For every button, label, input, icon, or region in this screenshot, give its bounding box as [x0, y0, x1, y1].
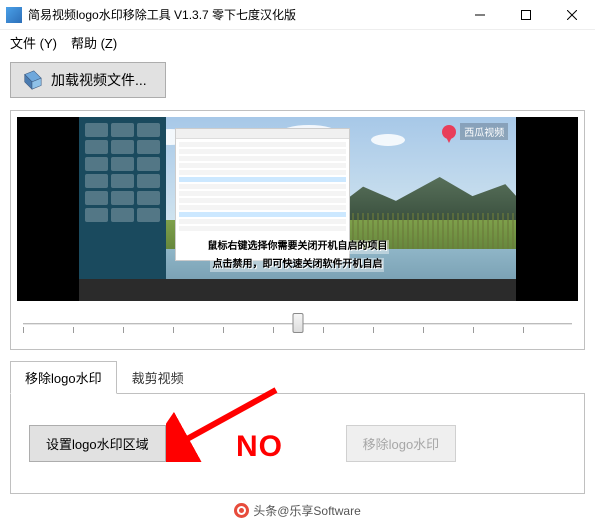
load-video-label: 加载视频文件... — [51, 70, 147, 90]
attribution: 头条@乐享Software — [0, 502, 595, 519]
menu-bar: 文件 (Y) 帮助 (Z) — [0, 30, 595, 54]
video-subtitle: 鼠标右键选择你需要关闭开机自启的项目 点击禁用，即可快速关闭软件开机自启 — [131, 236, 464, 272]
remove-watermark-button: 移除logo水印 — [346, 425, 457, 462]
menu-file[interactable]: 文件 (Y) — [10, 33, 57, 52]
preview-panel: 西瓜视频 鼠标右键选择你需要关闭开机自启的项目 点击禁用，即可快速关闭软件开机自… — [10, 110, 585, 350]
tab-content: 设置logo水印区域 移除logo水印 NO — [10, 394, 585, 494]
window-controls — [457, 0, 595, 30]
title-bar: 简易视频logo水印移除工具 V1.3.7 零下七度汉化版 — [0, 0, 595, 30]
slider-thumb[interactable] — [292, 313, 303, 333]
watermark-text: 西瓜视频 — [460, 123, 508, 140]
tab-crop-video[interactable]: 裁剪视频 — [117, 361, 199, 394]
watermark-pin-icon — [442, 125, 456, 139]
timeline-slider[interactable] — [17, 313, 578, 343]
close-button[interactable] — [549, 0, 595, 30]
attribution-text: 头条@乐享Software — [253, 502, 361, 519]
app-icon — [6, 7, 22, 23]
menu-help[interactable]: 帮助 (Z) — [71, 33, 117, 52]
video-watermark: 西瓜视频 — [442, 123, 508, 140]
attribution-logo-icon — [234, 503, 249, 518]
maximize-button[interactable] — [503, 0, 549, 30]
tab-bar: 移除logo水印 裁剪视频 — [10, 360, 585, 394]
window-title: 简易视频logo水印移除工具 V1.3.7 零下七度汉化版 — [28, 6, 457, 23]
annotation-no-text: NO — [236, 430, 283, 464]
set-watermark-area-button[interactable]: 设置logo水印区域 — [29, 425, 166, 462]
video-frame: 西瓜视频 鼠标右键选择你需要关闭开机自启的项目 点击禁用，即可快速关闭软件开机自… — [79, 117, 517, 301]
load-file-icon — [21, 69, 43, 91]
load-video-button[interactable]: 加载视频文件... — [10, 62, 166, 98]
minimize-button[interactable] — [457, 0, 503, 30]
video-preview[interactable]: 西瓜视频 鼠标右键选择你需要关闭开机自启的项目 点击禁用，即可快速关闭软件开机自… — [17, 117, 578, 301]
tab-remove-watermark[interactable]: 移除logo水印 — [10, 361, 117, 394]
